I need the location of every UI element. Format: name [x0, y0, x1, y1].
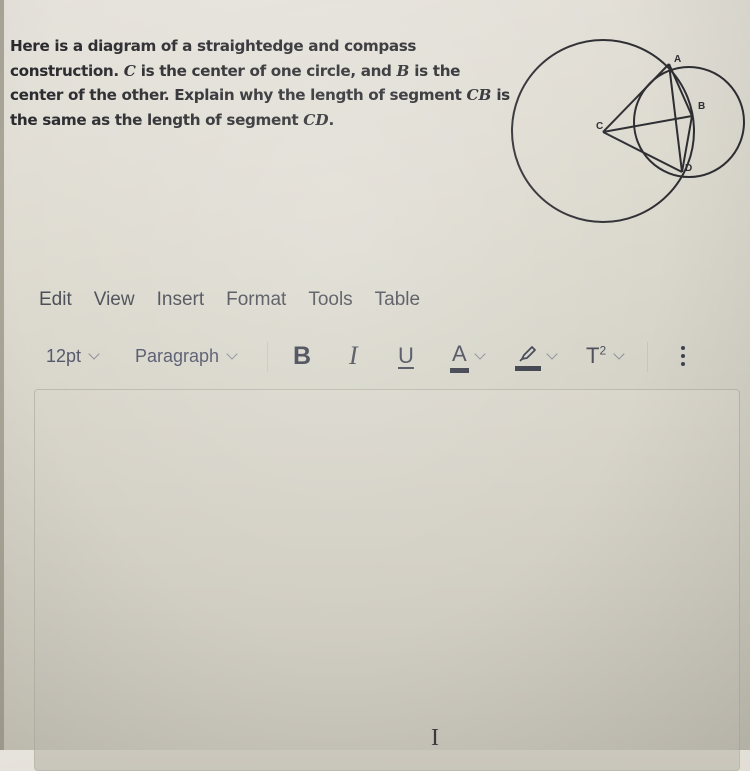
- bold-icon: B: [293, 341, 312, 370]
- menu-edit[interactable]: Edit: [39, 289, 72, 315]
- superscript-button[interactable]: T2: [586, 340, 625, 372]
- question-text: .: [328, 110, 335, 129]
- text-cursor-icon: I: [431, 725, 439, 751]
- text-color-swatch: [450, 368, 469, 373]
- italic-icon: I: [349, 341, 358, 370]
- toolbar-divider: [647, 342, 648, 372]
- font-size-value: 12pt: [46, 345, 82, 366]
- menu-format[interactable]: Format: [226, 289, 286, 315]
- menu-insert[interactable]: Insert: [157, 289, 205, 315]
- math-variable: C: [123, 61, 136, 80]
- highlighter-icon: [515, 343, 541, 371]
- underline-icon: U: [398, 343, 414, 368]
- font-size-dropdown[interactable]: 12pt: [46, 340, 100, 372]
- highlight-swatch: [515, 366, 541, 371]
- highlighter-glyph: [519, 346, 536, 362]
- segment-cd: [602, 131, 683, 173]
- bold-button[interactable]: B: [293, 340, 311, 372]
- chevron-down-icon: [546, 347, 558, 360]
- math-variable: B: [396, 61, 410, 80]
- menu-table[interactable]: Table: [375, 289, 420, 315]
- menu-view[interactable]: View: [94, 289, 135, 315]
- rich-text-editor[interactable]: [34, 389, 740, 771]
- math-variable: CD: [303, 110, 329, 129]
- label-b: B: [698, 101, 705, 112]
- formatting-toolbar: 12pt Paragraph B I U A T2: [46, 340, 736, 373]
- construction-diagram: A B C D: [511, 39, 745, 223]
- more-vertical-icon: [681, 346, 685, 366]
- window-edge: [0, 0, 4, 750]
- chevron-down-icon: [88, 347, 100, 360]
- text-color-letter: A: [452, 341, 467, 366]
- superscript-exp: 2: [599, 343, 607, 358]
- italic-button[interactable]: I: [349, 340, 358, 372]
- label-d: D: [685, 163, 692, 174]
- editor-menubar: Edit View Insert Format Tools Table: [39, 289, 442, 315]
- toolbar-divider: [267, 342, 268, 372]
- text-color-icon: A: [450, 341, 469, 373]
- label-a: A: [674, 54, 681, 65]
- math-variable: CB: [466, 86, 492, 104]
- text-color-button[interactable]: A: [450, 340, 486, 373]
- question-prompt: Here is a diagram of a straightedge and …: [10, 34, 510, 132]
- question-text: is the center of one circle, and: [135, 61, 397, 80]
- underline-button[interactable]: U: [398, 340, 414, 372]
- menu-tools[interactable]: Tools: [308, 289, 352, 315]
- more-options-button[interactable]: [681, 340, 685, 372]
- label-c: C: [596, 121, 603, 132]
- chevron-down-icon: [613, 347, 625, 360]
- block-format-value: Paragraph: [135, 345, 220, 366]
- superscript-base: T: [586, 343, 600, 368]
- highlight-color-button[interactable]: [515, 340, 558, 372]
- superscript-icon: T2: [586, 343, 606, 369]
- block-format-dropdown[interactable]: Paragraph: [135, 340, 238, 372]
- chevron-down-icon: [474, 347, 486, 360]
- chevron-down-icon: [226, 347, 238, 360]
